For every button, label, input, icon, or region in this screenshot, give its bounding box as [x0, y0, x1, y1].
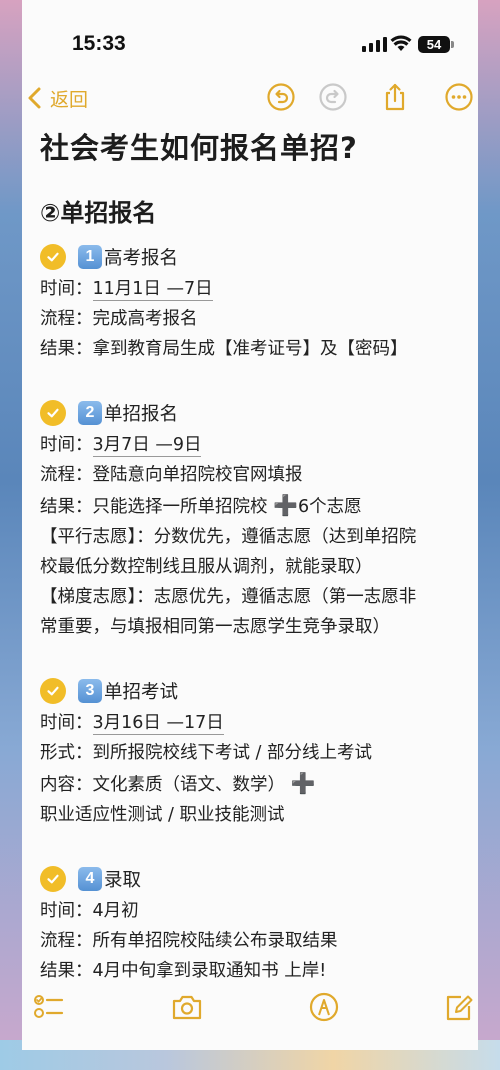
step-2: 2 单招报名 时间：3月7日 —9日 流程：登陆意向单招院校官网填报 结果：只能… — [40, 396, 468, 642]
step-title: 高考报名 — [104, 248, 179, 269]
status-bar: 15:33 54 — [22, 28, 478, 62]
line-label: 流程： — [40, 465, 93, 485]
step-title: 单招考试 — [104, 682, 179, 703]
bottom-toolbar — [22, 985, 478, 1029]
back-label: 返回 — [50, 88, 89, 111]
share-icon[interactable] — [380, 82, 410, 112]
step-extra-line: 常重要，与填报相同第一志愿学生竞争录取） — [40, 617, 390, 637]
step-line: 结果：4月中旬拿到录取通知书 上岸! — [40, 956, 468, 986]
step-line: 流程：所有单招院校陆续公布录取结果 — [40, 926, 468, 956]
line-label: 时间： — [40, 713, 93, 733]
background-left — [0, 0, 22, 1070]
step-line: 时间：3月16日 —17日 — [40, 708, 468, 738]
step-line: 时间：4月初 — [40, 896, 468, 926]
keycap-number-icon: 4 — [78, 867, 102, 891]
line-value: 11月1日 —7日 — [92, 279, 213, 301]
step-3: 3 单招考试 时间：3月16日 —17日 形式：到所报院校线下考试 / 部分线上… — [40, 674, 468, 830]
line-value: 只能选择一所单招院校 — [92, 497, 268, 517]
step-line: 内容：文化素质（语文、数学） ➕ — [40, 768, 468, 800]
step-line: 结果：拿到教育局生成【准考证号】及【密码】 — [40, 334, 468, 364]
line-label: 形式： — [40, 743, 93, 763]
step-line: 流程：登陆意向单招院校官网填报 — [40, 460, 468, 490]
line-label: 结果： — [40, 961, 93, 981]
step-extra-line: 【平行志愿】：分数优先，遵循志愿（达到单招院 — [40, 527, 417, 547]
note-title: 社会考生如何报名单招? — [40, 131, 358, 165]
line-value: 到所报院校线下考试 / 部分线上考试 — [92, 743, 373, 763]
step-line: 形式：到所报院校线下考试 / 部分线上考试 — [40, 738, 468, 768]
step-1: 1 高考报名 时间：11月1日 —7日 流程：完成高考报名 结果：拿到教育局生成… — [40, 240, 468, 364]
line-value: 拿到教育局生成【准考证号】及【密码】 — [92, 339, 408, 359]
step-header: 2 单招报名 — [40, 396, 468, 430]
more-icon[interactable] — [444, 82, 474, 112]
chevron-left-icon — [28, 87, 41, 109]
line-label: 时间： — [40, 279, 93, 299]
keycap-number-icon: 3 — [78, 679, 102, 703]
line-label: 流程： — [40, 309, 93, 329]
checklist-icon[interactable] — [32, 991, 66, 1023]
background-right — [478, 0, 500, 1070]
plus-icon: ➕ — [290, 771, 316, 795]
line-label: 结果： — [40, 497, 93, 517]
battery-icon: 54 — [418, 36, 454, 53]
plus-icon: ➕ — [273, 493, 298, 517]
keycap-number-icon: 2 — [78, 401, 102, 425]
compose-icon[interactable] — [442, 991, 476, 1023]
checkmark-circle-icon[interactable] — [40, 244, 66, 270]
step-line: 时间：3月7日 —9日 — [40, 430, 468, 460]
step-extra-line: 职业适应性测试 / 职业技能测试 — [40, 805, 285, 825]
note-body[interactable]: 社会考生如何报名单招? ②单招报名 1 高考报名 时间：11月1日 —7日 流程… — [40, 128, 468, 986]
checkmark-circle-icon[interactable] — [40, 866, 66, 892]
line-value-after: 6个志愿 — [297, 497, 362, 517]
line-label: 流程： — [40, 931, 93, 951]
checkmark-circle-icon[interactable] — [40, 400, 66, 426]
nav-bar: 返回 — [22, 80, 478, 120]
step-line: 流程：完成高考报名 — [40, 304, 468, 334]
line-value: 完成高考报名 — [92, 309, 198, 329]
notes-screen: 15:33 54 返回 社会考生如何报名单招? ②单招报名 1 高考报名 时间：… — [22, 0, 478, 1050]
step-title: 单招报名 — [104, 404, 179, 425]
step-line: 时间：11月1日 —7日 — [40, 274, 468, 304]
line-value: 4月中旬拿到录取通知书 上岸! — [92, 961, 327, 981]
signal-icon — [362, 37, 387, 52]
status-time: 15:33 — [72, 32, 126, 55]
line-value: 所有单招院校陆续公布录取结果 — [92, 931, 338, 951]
step-header: 3 单招考试 — [40, 674, 468, 708]
line-value: 文化素质（语文、数学） — [92, 775, 286, 795]
section-heading: ②单招报名 — [40, 199, 157, 227]
line-value: 3月7日 —9日 — [92, 435, 202, 457]
line-label: 时间： — [40, 435, 93, 455]
step-header: 1 高考报名 — [40, 240, 468, 274]
line-label: 结果： — [40, 339, 93, 359]
step-extra-line: 【梯度志愿】：志愿优先，遵循志愿（第一志愿非 — [40, 587, 417, 607]
step-extra-line: 校最低分数控制线且服从调剂，就能录取） — [40, 557, 373, 577]
undo-icon[interactable] — [266, 82, 296, 112]
keycap-number-icon: 1 — [78, 245, 102, 269]
line-value: 3月16日 —17日 — [92, 713, 224, 735]
wifi-icon — [390, 35, 412, 51]
step-4: 4 录取 时间：4月初 流程：所有单招院校陆续公布录取结果 结果：4月中旬拿到录… — [40, 862, 468, 986]
line-label: 内容： — [40, 775, 93, 795]
step-title: 录取 — [104, 870, 142, 891]
back-button[interactable]: 返回 — [22, 84, 88, 112]
markup-pen-icon[interactable] — [307, 991, 341, 1023]
line-label: 时间： — [40, 901, 93, 921]
step-header: 4 录取 — [40, 862, 468, 896]
checkmark-circle-icon[interactable] — [40, 678, 66, 704]
redo-icon[interactable] — [318, 82, 348, 112]
camera-icon[interactable] — [170, 991, 204, 1023]
step-line: 结果：只能选择一所单招院校 ➕6个志愿 — [40, 490, 468, 522]
line-value: 4月初 — [92, 901, 139, 921]
line-value: 登陆意向单招院校官网填报 — [92, 465, 303, 485]
